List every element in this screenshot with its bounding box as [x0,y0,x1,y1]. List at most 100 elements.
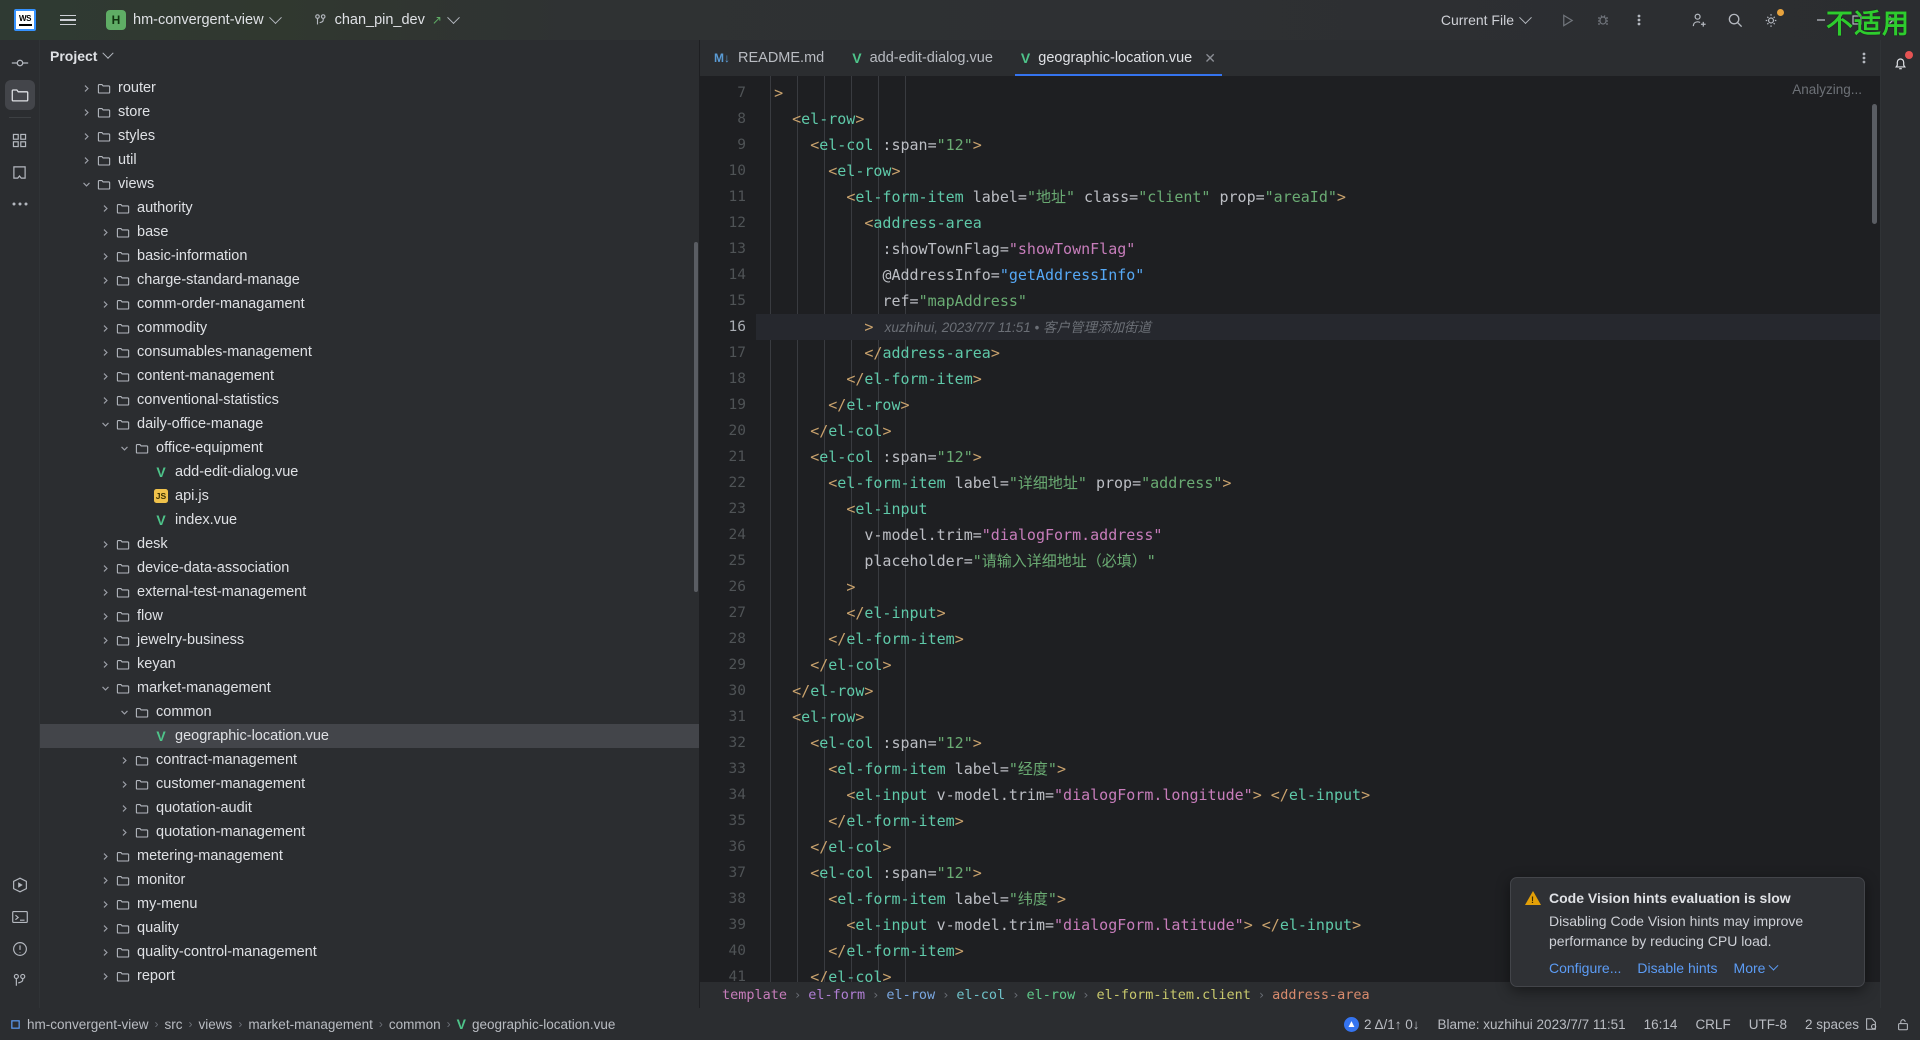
tree-file-geographic-location.vue[interactable]: Vgeographic-location.vue [40,724,699,748]
tree-folder-keyan[interactable]: keyan [40,652,699,676]
chevron-right-icon[interactable] [97,612,113,621]
notifications-bell-icon[interactable] [1886,48,1916,78]
tree-file-add-edit-dialog.vue[interactable]: Vadd-edit-dialog.vue [40,460,699,484]
code-line[interactable]: :showTownFlag="showTownFlag" [756,236,1880,262]
problems-status[interactable]: ▲ 2 Δ/1↑ 0↓ [1343,1016,1420,1032]
chevron-right-icon[interactable] [78,132,94,141]
close-tab-icon[interactable]: ✕ [1204,50,1216,67]
chevron-right-icon[interactable] [97,876,113,885]
code-editor[interactable]: 7 8 9 10 11 12 13 14 15 16 17 18 19 20 21 22 23 24 25 26 27 2… [700,76,1880,982]
chevron-right-icon[interactable] [78,84,94,93]
code-line[interactable]: </el-col> [756,652,1880,678]
code-line[interactable]: ref="mapAddress" [756,288,1880,314]
chevron-right-icon[interactable] [78,108,94,117]
chevron-right-icon[interactable] [97,348,113,357]
breadcrumb-item[interactable]: el-col [956,987,1005,1003]
code-line[interactable]: <address-area [756,210,1880,236]
debug-icon[interactable] [1586,5,1620,35]
chevron-down-icon[interactable] [116,708,132,717]
chevron-down-icon[interactable] [97,420,113,429]
code-line[interactable]: > xuzhihui, 2023/7/7 11:51 • 客户管理添加街道 [756,314,1880,340]
minimize-icon[interactable] [1804,5,1838,35]
code-line[interactable]: </address-area> [756,340,1880,366]
chevron-right-icon[interactable] [97,228,113,237]
chevron-right-icon[interactable] [97,324,113,333]
terminal-icon[interactable] [5,902,35,932]
tree-file-api.js[interactable]: JS api.js [40,484,699,508]
run-icon[interactable] [1550,5,1584,35]
chevron-right-icon[interactable] [97,636,113,645]
code-line[interactable]: <el-row> [756,158,1880,184]
editor-scrollbar[interactable] [1872,104,1877,224]
tree-folder-comm-order-managament[interactable]: comm-order-managament [40,292,699,316]
code-line[interactable]: <el-col :span="12"> [756,444,1880,470]
read-only-toggle[interactable] [1896,1017,1910,1032]
chevron-right-icon[interactable] [97,540,113,549]
disable-hints-link[interactable]: Disable hints [1637,960,1717,976]
code-line[interactable]: <el-form-item label="地址" class="client" … [756,184,1880,210]
search-icon[interactable] [1718,5,1752,35]
tree-folder-market-management[interactable]: market-management [40,676,699,700]
chevron-right-icon[interactable] [97,948,113,957]
branch-selector[interactable]: chan_pin_dev ↗ [306,8,466,32]
chevron-down-icon[interactable] [97,684,113,693]
chevron-right-icon[interactable] [97,396,113,405]
status-breadcrumb-item[interactable]: src [165,1017,183,1032]
chevron-right-icon[interactable] [97,252,113,261]
chevron-down-icon[interactable] [78,180,94,189]
code-line[interactable]: <el-form-item label="经度"> [756,756,1880,782]
status-breadcrumb-item[interactable]: hm-convergent-view [27,1017,149,1032]
tree-folder-styles[interactable]: styles [40,124,699,148]
version-control-icon[interactable] [5,966,35,996]
problems-icon[interactable] [5,934,35,964]
editor-tab-README.md[interactable]: M↓ README.md [700,40,838,76]
code-line[interactable]: </el-form-item> [756,808,1880,834]
tree-folder-my-menu[interactable]: my-menu [40,892,699,916]
tree-folder-external-test-management[interactable]: external-test-management [40,580,699,604]
tree-file-index.vue[interactable]: Vindex.vue [40,508,699,532]
code-line[interactable]: <el-form-item label="详细地址" prop="address… [756,470,1880,496]
structure-icon[interactable] [5,125,35,155]
chevron-right-icon[interactable] [97,564,113,573]
main-menu-icon[interactable] [52,4,84,36]
chevron-right-icon[interactable] [116,804,132,813]
code-line[interactable]: > [756,574,1880,600]
tree-folder-quotation-management[interactable]: quotation-management [40,820,699,844]
tree-folder-authority[interactable]: authority [40,196,699,220]
breadcrumb-item[interactable]: template [722,987,787,1003]
tree-folder-quotation-audit[interactable]: quotation-audit [40,796,699,820]
project-tree[interactable]: router store styles util views authority base b… [40,72,699,1008]
code-line[interactable]: <el-col :span="12"> [756,730,1880,756]
chevron-right-icon[interactable] [116,780,132,789]
more-vertical-icon[interactable] [1622,5,1656,35]
code-line[interactable]: @AddressInfo="getAddressInfo" [756,262,1880,288]
indent-setting[interactable]: 2 spaces [1805,1017,1878,1032]
tree-folder-jewelry-business[interactable]: jewelry-business [40,628,699,652]
tree-folder-office-equipment[interactable]: office-equipment [40,436,699,460]
chevron-right-icon[interactable] [97,972,113,981]
editor-tab-add-edit-dialog.vue[interactable]: Vadd-edit-dialog.vue [838,40,1007,76]
breadcrumb-item[interactable]: el-row [1026,987,1075,1003]
account-add-icon[interactable] [1682,5,1716,35]
tree-folder-metering-management[interactable]: metering-management [40,844,699,868]
tree-folder-views[interactable]: views [40,172,699,196]
code-content[interactable]: > <el-row> <el-col :span="12"> <el-row> … [756,76,1880,982]
code-line[interactable]: <el-row> [756,704,1880,730]
tree-folder-consumables-management[interactable]: consumables-management [40,340,699,364]
code-line[interactable]: </el-col> [756,418,1880,444]
code-line[interactable]: <el-row> [756,106,1880,132]
settings-gear-icon[interactable] [1754,5,1788,35]
tree-folder-store[interactable]: store [40,100,699,124]
chevron-right-icon[interactable] [97,276,113,285]
chevron-right-icon[interactable] [116,828,132,837]
code-line[interactable]: v-model.trim="dialogForm.address" [756,522,1880,548]
tree-folder-daily-office-manage[interactable]: daily-office-manage [40,412,699,436]
code-line[interactable]: > [756,80,1880,106]
code-line[interactable]: placeholder="请输入详细地址（必填）" [756,548,1880,574]
chevron-right-icon[interactable] [97,588,113,597]
project-folder-icon[interactable] [4,80,35,110]
more-tools-icon[interactable] [5,189,35,219]
breadcrumb-item[interactable]: el-form-item.client [1096,987,1250,1003]
line-separator[interactable]: CRLF [1695,1017,1730,1032]
editor-tabs-more-icon[interactable] [1848,40,1880,76]
